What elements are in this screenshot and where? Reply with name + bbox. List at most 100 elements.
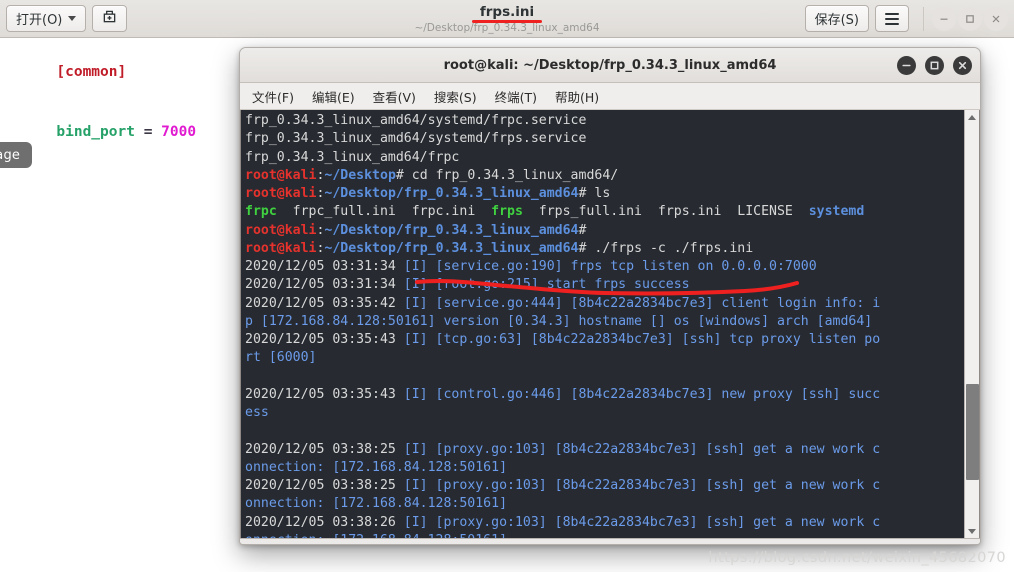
editor-window-controls bbox=[923, 6, 1008, 31]
terminal-line: root@kali:~/Desktop/frp_0.34.3_linux_amd… bbox=[245, 185, 961, 203]
ini-key-bind-port: bind_port bbox=[56, 124, 135, 140]
terminal-text-span: 2020/12/05 03:38:25 bbox=[245, 478, 404, 493]
terminal-text-span: [I] [root.go:215] start frps success bbox=[403, 277, 690, 293]
terminal-close-button[interactable] bbox=[953, 55, 972, 75]
terminal-line bbox=[245, 422, 961, 440]
terminal-window-controls bbox=[897, 55, 972, 75]
terminal-window: root@kali: ~/Desktop/frp_0.34.3_linux_am… bbox=[239, 47, 981, 545]
terminal-line: frpc frpc_full.ini frpc.ini frps frps_fu… bbox=[245, 203, 961, 221]
terminal-text-span bbox=[245, 369, 253, 384]
terminal-text-span: 2020/12/05 03:35:43 bbox=[245, 332, 404, 347]
menu-file[interactable]: 文件(F) bbox=[244, 84, 302, 109]
terminal-line: 2020/12/05 03:35:43 [I] [tcp.go:63] [8b4… bbox=[245, 331, 961, 349]
terminal-line: 2020/12/05 03:31:34 [I] [root.go:215] st… bbox=[245, 276, 961, 294]
terminal-text-span: frpc bbox=[245, 204, 277, 220]
terminal-text-span: frps bbox=[491, 204, 523, 220]
terminal-text-span: rt [6000] bbox=[245, 350, 317, 366]
terminal-text-span: 2020/12/05 03:38:26 bbox=[245, 514, 404, 530]
ini-equals-sign: = bbox=[134, 124, 162, 140]
terminal-line: onnection: [172.168.84.128:50161] bbox=[245, 495, 961, 513]
terminal-text-span: [I] [proxy.go:103] [8b4c22a2834bc7e3] [s… bbox=[403, 514, 881, 530]
partial-tooltip-badge: tage bbox=[0, 142, 33, 168]
terminal-line: onnection: [172.168.84.128:50161] bbox=[245, 459, 961, 477]
terminal-screen-wrapper: frp_0.34.3_linux_amd64/systemd/frpc.serv… bbox=[240, 110, 980, 538]
terminal-text-span: frp_0.34.3_linux_amd64/frpc bbox=[245, 149, 460, 165]
terminal-line: 2020/12/05 03:38:25 [I] [proxy.go:103] [… bbox=[245, 477, 961, 495]
editor-header-right-group: 保存(S) bbox=[804, 5, 1008, 32]
terminal-line bbox=[245, 368, 961, 386]
terminal-text-span: ~/Desktop/frp_0.34.3_linux_amd64 bbox=[324, 222, 579, 238]
menu-edit[interactable]: 编辑(E) bbox=[304, 84, 363, 109]
editor-header-bar: 打开(O) frps.ini ~/Desktop/frp_0.34.3_linu… bbox=[0, 0, 1014, 38]
scroll-down-arrow-icon[interactable] bbox=[964, 524, 979, 538]
terminal-text-span: root@kali bbox=[245, 240, 317, 256]
main-menu-button[interactable] bbox=[875, 5, 909, 32]
terminal-text-span: 2020/12/05 03:35:42 bbox=[245, 295, 404, 311]
save-button-label: 保存(S) bbox=[814, 13, 859, 28]
terminal-line: root@kali:~/Desktop/frp_0.34.3_linux_amd… bbox=[245, 222, 961, 240]
terminal-line: frp_0.34.3_linux_amd64/systemd/frpc.serv… bbox=[245, 112, 961, 130]
terminal-text-span: ~/Desktop/frp_0.34.3_linux_amd64 bbox=[324, 186, 579, 201]
open-file-button[interactable]: 打开(O) bbox=[6, 5, 87, 32]
terminal-text-span: ~/Desktop/frp_0.34.3_linux_amd64 bbox=[324, 240, 579, 256]
terminal-text-span: 2020/12/05 03:31:34 bbox=[245, 277, 404, 293]
terminal-line: 2020/12/05 03:38:26 [I] [proxy.go:103] [… bbox=[245, 514, 961, 532]
terminal-line: 2020/12/05 03:35:43 [I] [control.go:446]… bbox=[245, 386, 961, 404]
terminal-line: ess bbox=[245, 404, 961, 422]
terminal-text-span: # bbox=[578, 222, 587, 238]
editor-file-path: ~/Desktop/frp_0.34.3_linux_amd64 bbox=[414, 21, 600, 34]
title-red-underline-annotation bbox=[471, 19, 543, 23]
scrollbar-thumb[interactable] bbox=[965, 384, 979, 480]
ini-section-header: [common] bbox=[56, 64, 127, 80]
menu-help[interactable]: 帮助(H) bbox=[547, 84, 607, 109]
terminal-minimize-button[interactable] bbox=[897, 55, 916, 75]
terminal-text-span: systemd bbox=[808, 204, 865, 220]
terminal-text-span: # cd frp_0.34.3_linux_amd64/ bbox=[395, 167, 619, 183]
terminal-text-span: ess bbox=[245, 405, 269, 420]
terminal-text-span: frp_0.34.3_linux_amd64/systemd/frpc.serv… bbox=[245, 113, 587, 128]
terminal-text-span: [I] [service.go:190] frps tcp listen on … bbox=[403, 259, 817, 274]
terminal-line: 2020/12/05 03:35:42 [I] [service.go:444]… bbox=[245, 295, 961, 313]
terminal-output[interactable]: frp_0.34.3_linux_amd64/systemd/frpc.serv… bbox=[241, 110, 964, 538]
terminal-line: frp_0.34.3_linux_amd64/frpc bbox=[245, 149, 961, 167]
terminal-text-span: frps_full.ini frps.ini LICENSE bbox=[522, 204, 809, 220]
terminal-text-span: [I] [service.go:444] [8b4c22a2834bc7e3] … bbox=[403, 295, 881, 311]
terminal-maximize-button[interactable] bbox=[925, 55, 944, 75]
scrollbar-track[interactable] bbox=[964, 124, 979, 524]
terminal-text-span: 2020/12/05 03:38:25 bbox=[245, 441, 404, 457]
terminal-line: root@kali:~/Desktop# cd frp_0.34.3_linux… bbox=[245, 167, 961, 185]
terminal-line: 2020/12/05 03:31:34 [I] [service.go:190]… bbox=[245, 258, 961, 276]
menu-terminal[interactable]: 终端(T) bbox=[487, 84, 545, 109]
terminal-text-span: onnection: [172.168.84.128:50161] bbox=[245, 459, 508, 475]
terminal-text-span: ~/Desktop bbox=[324, 167, 396, 183]
terminal-title-bar[interactable]: root@kali: ~/Desktop/frp_0.34.3_linux_am… bbox=[240, 48, 980, 83]
terminal-window-bottom-edge bbox=[240, 538, 980, 544]
terminal-text-span: onnection: [172.168.84.128:50161] bbox=[245, 496, 508, 512]
editor-close-button[interactable] bbox=[984, 6, 1008, 31]
menu-search[interactable]: 搜索(S) bbox=[426, 84, 485, 109]
terminal-menu-bar: 文件(F) 编辑(E) 查看(V) 搜索(S) 终端(T) 帮助(H) bbox=[240, 83, 980, 110]
terminal-line: onnection: [172.168.84.128:50161] bbox=[245, 532, 961, 538]
terminal-text-span: 2020/12/05 03:35:43 bbox=[245, 386, 404, 402]
editor-minimize-button[interactable] bbox=[932, 6, 956, 31]
terminal-title: root@kali: ~/Desktop/frp_0.34.3_linux_am… bbox=[443, 57, 777, 73]
terminal-text-span: [I] [proxy.go:103] [8b4c22a2834bc7e3] [s… bbox=[403, 441, 881, 457]
editor-file-name: frps.ini bbox=[479, 3, 535, 20]
terminal-line: p [172.168.84.128:50161] version [0.34.3… bbox=[245, 313, 961, 331]
ini-value-bind-port: 7000 bbox=[161, 124, 197, 140]
open-file-label: 打开(O) bbox=[16, 13, 63, 28]
terminal-text-span: p [172.168.84.128:50161] version [0.34.3… bbox=[245, 313, 873, 329]
terminal-text-span: [I] [proxy.go:103] [8b4c22a2834bc7e3] [s… bbox=[403, 478, 881, 493]
terminal-text-span: frp_0.34.3_linux_amd64/systemd/frps.serv… bbox=[245, 131, 587, 147]
new-document-icon bbox=[102, 9, 117, 28]
terminal-scrollbar[interactable] bbox=[964, 110, 979, 538]
new-document-button[interactable] bbox=[92, 5, 128, 32]
scroll-up-arrow-icon[interactable] bbox=[964, 110, 979, 124]
terminal-text-span: [I] [control.go:446] [8b4c22a2834bc7e3] … bbox=[403, 386, 881, 402]
terminal-text-span: # ls bbox=[578, 186, 611, 201]
menu-view[interactable]: 查看(V) bbox=[365, 84, 424, 109]
terminal-text-span: root@kali bbox=[245, 186, 317, 201]
editor-maximize-button[interactable] bbox=[958, 6, 982, 31]
save-button[interactable]: 保存(S) bbox=[804, 5, 869, 32]
terminal-line: frp_0.34.3_linux_amd64/systemd/frps.serv… bbox=[245, 130, 961, 148]
